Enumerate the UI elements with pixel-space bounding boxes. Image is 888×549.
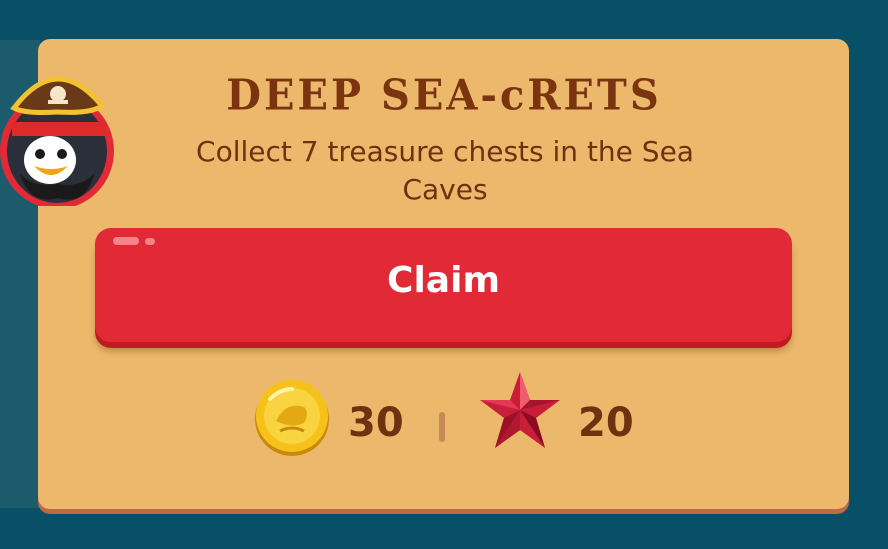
challenge-description: Collect 7 treasure chests in the Sea Cav… bbox=[196, 135, 694, 206]
challenge-title: DEEP SEA-cRETS bbox=[226, 70, 662, 121]
claim-button[interactable]: Claim bbox=[95, 228, 792, 342]
red-star-gem-icon bbox=[480, 372, 560, 448]
claim-button-label: Claim bbox=[387, 259, 500, 301]
coin-reward-value: 30 bbox=[348, 400, 404, 446]
gem-reward-value: 20 bbox=[578, 400, 634, 446]
reward-divider bbox=[439, 412, 445, 442]
gold-coin-icon bbox=[255, 380, 329, 456]
